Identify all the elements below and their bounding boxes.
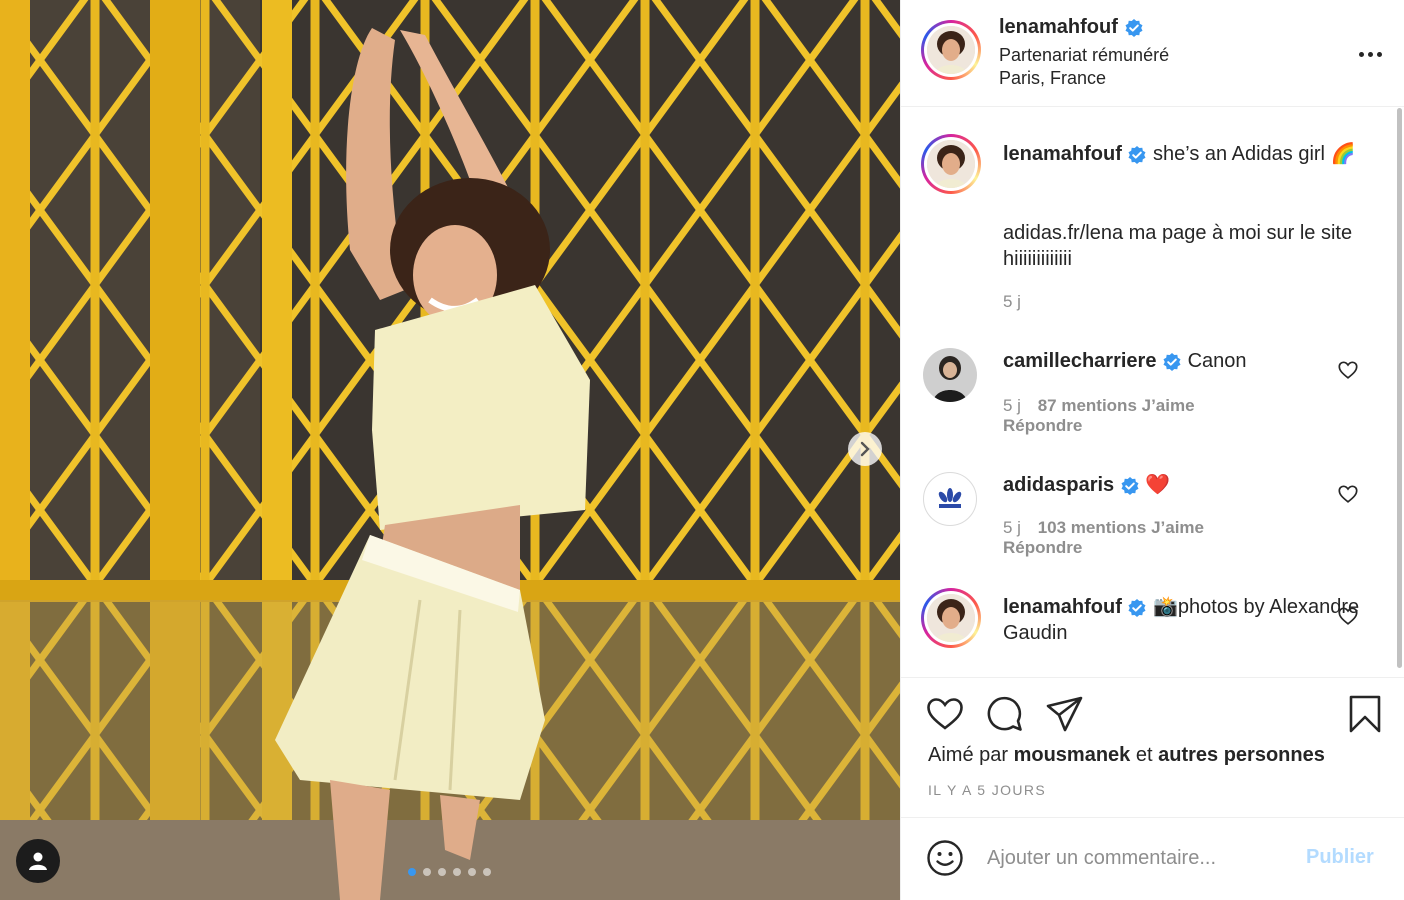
publish-button[interactable]: Publier <box>1306 846 1374 869</box>
more-icon <box>1358 51 1364 57</box>
comment-avatar[interactable] <box>923 348 977 402</box>
comment-username[interactable]: adidasparis <box>1003 474 1114 496</box>
post-photo[interactable] <box>0 0 900 900</box>
carousel-dot <box>468 868 476 876</box>
photo-scene <box>0 0 900 900</box>
comment-likes[interactable]: 87 mentions J’aime <box>1038 396 1195 415</box>
avatar-photo <box>927 594 975 642</box>
more-options-button[interactable] <box>1355 42 1385 66</box>
caption-time: 5 j <box>1003 292 1021 311</box>
comment-like-button[interactable] <box>1337 359 1359 381</box>
post-location[interactable]: Paris, France <box>999 68 1106 89</box>
caption-text: she’s an Adidas girl 🌈 <box>1153 143 1356 165</box>
verified-icon <box>1128 145 1146 164</box>
verified-icon <box>1125 18 1143 37</box>
emoji-button[interactable] <box>925 838 965 878</box>
like-button[interactable] <box>925 694 965 734</box>
verified-icon <box>1128 598 1146 617</box>
comment-input[interactable] <box>987 840 1277 876</box>
emoji-icon <box>927 840 963 876</box>
caption-body: adidas.fr/lena ma page à moi sur le site… <box>1003 222 1353 270</box>
reply-button[interactable]: Répondre <box>1003 538 1082 557</box>
share-button[interactable] <box>1045 694 1085 734</box>
liked-by: Aimé par mousmanek et autres personnes <box>928 744 1325 766</box>
caption-author-avatar[interactable] <box>921 134 981 194</box>
author-username-row: lenamahfouf <box>999 16 1144 39</box>
carousel-dot <box>423 868 431 876</box>
comment-row-3: lenamahfouf 📸photos by Alexandre Gaudin <box>1003 594 1363 646</box>
comment-likes[interactable]: 103 mentions J’aime <box>1038 518 1204 537</box>
verified-icon <box>1163 352 1181 371</box>
avatar-photo <box>927 140 975 188</box>
avatar-photo <box>927 26 975 74</box>
comments-list[interactable]: lenamahfouf she’s an Adidas girl 🌈 adida… <box>901 108 1404 676</box>
liked-by-others[interactable]: autres personnes <box>1158 744 1325 766</box>
comment-avatar[interactable] <box>923 472 977 526</box>
partnership-label[interactable]: Partenariat rémunéré <box>999 45 1169 66</box>
carousel-dot <box>483 868 491 876</box>
comment-like-button[interactable] <box>1337 483 1359 505</box>
comment-row-2: adidasparis ❤️ <box>1003 472 1363 498</box>
heart-icon <box>1338 485 1358 503</box>
chevron-right-icon <box>860 441 870 457</box>
bookmark-icon <box>1349 695 1381 733</box>
author-avatar[interactable] <box>921 20 981 80</box>
caption-username[interactable]: lenamahfouf <box>1003 143 1122 165</box>
next-photo-button[interactable] <box>848 432 882 466</box>
liked-by-user[interactable]: mousmanek <box>1014 744 1131 766</box>
comment-text: ❤️ <box>1145 474 1171 496</box>
comment-row-1: camillecharriere Canon <box>1003 348 1363 374</box>
comment-avatar[interactable] <box>921 588 981 648</box>
carousel-indicator <box>408 868 491 876</box>
author-username[interactable]: lenamahfouf <box>999 16 1118 39</box>
post-side-panel: lenamahfouf Partenariat rémunéré Paris, … <box>900 0 1404 900</box>
heart-icon <box>1338 607 1358 625</box>
comment-icon <box>987 696 1022 731</box>
user-tag-icon <box>29 852 47 870</box>
comment-username[interactable]: lenamahfouf <box>1003 596 1122 618</box>
save-button[interactable] <box>1345 694 1385 734</box>
comment-like-button[interactable] <box>1337 605 1359 627</box>
user-tag-button[interactable] <box>16 839 60 883</box>
post-timestamp[interactable]: IL Y A 5 JOURS <box>928 782 1046 798</box>
carousel-dot <box>408 868 416 876</box>
post-header: lenamahfouf Partenariat rémunéré Paris, … <box>901 0 1404 107</box>
avatar-photo <box>923 348 977 402</box>
caption: lenamahfouf she’s an Adidas girl 🌈 <box>1003 141 1363 167</box>
heart-icon <box>927 698 963 730</box>
adidas-logo-icon <box>938 488 962 508</box>
comment-meta: 5 j 87 mentions J’aime Répondre <box>1003 396 1195 435</box>
verified-icon <box>1121 476 1139 495</box>
carousel-dot <box>438 868 446 876</box>
comments-scrollbar[interactable] <box>1397 108 1402 668</box>
reply-button[interactable]: Répondre <box>1003 416 1082 435</box>
comment-text: Canon <box>1187 350 1247 372</box>
comment-button[interactable] <box>985 694 1025 734</box>
heart-icon <box>1338 361 1358 379</box>
carousel-dot <box>453 868 461 876</box>
comment-meta: 5 j 103 mentions J’aime Répondre <box>1003 518 1205 557</box>
share-icon <box>1046 696 1083 732</box>
comment-username[interactable]: camillecharriere <box>1003 350 1156 372</box>
